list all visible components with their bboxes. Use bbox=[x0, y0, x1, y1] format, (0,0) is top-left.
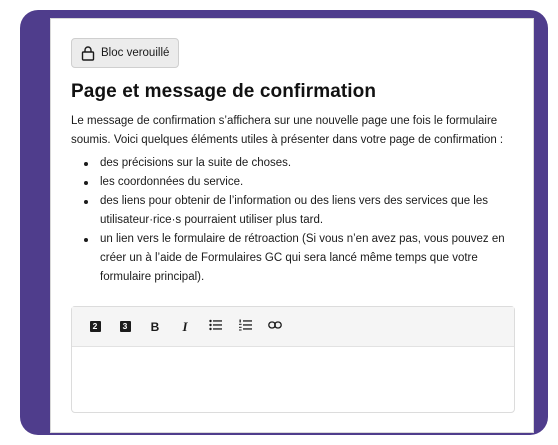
locked-block-label: Bloc verouillé bbox=[101, 47, 170, 59]
numbered-list-icon bbox=[238, 319, 252, 334]
link-icon bbox=[268, 320, 282, 333]
bullet-list-button[interactable] bbox=[205, 317, 225, 337]
bullet-list-icon bbox=[208, 319, 222, 334]
editor-toolbar: 2 3 B I bbox=[72, 307, 514, 347]
bold-button[interactable]: B bbox=[145, 317, 165, 337]
rich-text-editor: 2 3 B I bbox=[71, 306, 515, 413]
intro-paragraph: Le message de confirmation s’affichera s… bbox=[71, 115, 504, 146]
list-item: les coordonnées du service. bbox=[71, 173, 521, 192]
list-item: des liens pour obtenir de l’information … bbox=[71, 192, 521, 230]
page-title: Page et message de confirmation bbox=[71, 81, 377, 102]
heading-2-icon: 2 bbox=[89, 321, 101, 332]
heading-2-button[interactable]: 2 bbox=[85, 317, 105, 337]
link-button[interactable] bbox=[265, 317, 285, 337]
heading-3-button[interactable]: 3 bbox=[115, 317, 135, 337]
italic-button[interactable]: I bbox=[175, 317, 195, 337]
editor-content-area[interactable] bbox=[72, 347, 514, 413]
suggestions-list: des précisions sur la suite de choses. l… bbox=[71, 154, 521, 287]
locked-block-badge: Bloc verouillé bbox=[71, 38, 180, 68]
numbered-list-button[interactable] bbox=[235, 317, 255, 337]
heading-3-icon: 3 bbox=[119, 321, 131, 332]
lock-icon bbox=[81, 45, 95, 61]
confirmation-card: Bloc verouillé Page et message de confir… bbox=[50, 18, 534, 433]
list-item: des précisions sur la suite de choses. bbox=[71, 154, 521, 173]
list-item: un lien vers le formulaire de rétroactio… bbox=[71, 230, 521, 287]
